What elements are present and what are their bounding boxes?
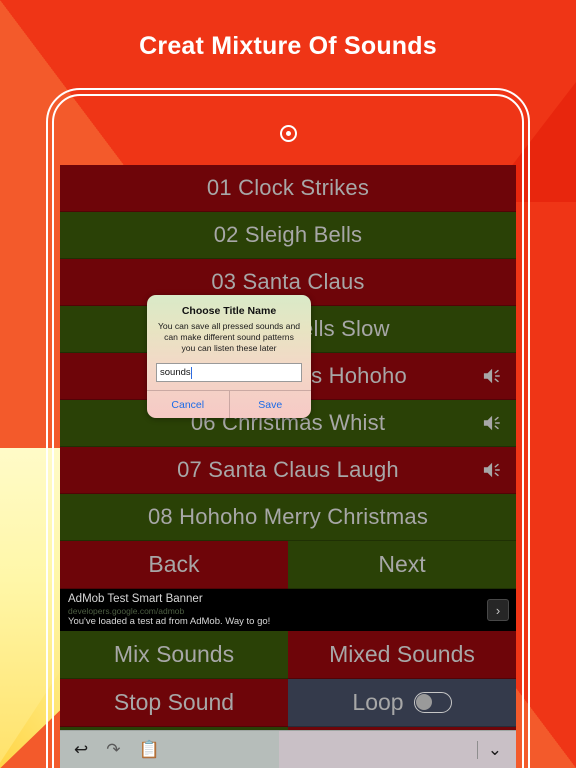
loop-toggle[interactable] (413, 692, 452, 713)
ad-title: AdMob Test Smart Banner (68, 593, 203, 605)
back-button[interactable]: Back (60, 541, 288, 589)
sound-row-label: 08 Hohoho Merry Christmas (147, 504, 429, 529)
stop-loop-row: Stop Sound Loop (60, 679, 516, 727)
sound-row-label: 02 Sleigh Bells (213, 222, 363, 247)
sound-row[interactable]: 07 Santa Claus Laugh (60, 447, 516, 494)
choose-title-dialog: Choose Title Name You can save all press… (147, 295, 311, 418)
dialog-message: You can save all pressed sounds and can … (157, 321, 301, 353)
save-button[interactable]: Save (228, 391, 312, 418)
speaker-icon[interactable] (482, 460, 504, 480)
mix-button-row: Mix Sounds Mixed Sounds (60, 631, 516, 679)
keyboard-toolbar: ↩ ↷ 📋 ⌄ (60, 730, 516, 768)
sound-row-label: 07 Santa Claus Laugh (177, 457, 399, 482)
dialog-actions: Cancel Save (147, 390, 311, 418)
dialog-title: Choose Title Name (181, 305, 277, 317)
admob-banner[interactable]: AdMob Test Smart Banner developers.googl… (60, 589, 516, 631)
redo-icon[interactable]: ↷ (106, 741, 120, 758)
stop-sound-button[interactable]: Stop Sound (60, 679, 288, 727)
screen-status-area (60, 101, 516, 165)
paste-icon[interactable]: 📋 (139, 741, 160, 758)
record-icon[interactable] (279, 124, 297, 142)
ad-url: developers.google.com/admob (68, 606, 185, 616)
next-button[interactable]: Next (288, 541, 516, 589)
loop-control[interactable]: Loop (288, 679, 516, 727)
header: Creat Mixture Of Sounds (0, 0, 576, 92)
title-name-input-value: sounds (160, 367, 191, 378)
text-caret (190, 366, 193, 379)
sound-row-label: 03 Santa Claus (211, 269, 365, 294)
chevron-down-icon[interactable]: ⌄ (488, 741, 502, 758)
sound-row[interactable]: 02 Sleigh Bells (60, 212, 516, 259)
mix-sounds-button[interactable]: Mix Sounds (60, 631, 288, 679)
app-screen: 01 Clock Strikes 02 Sleigh Bells 03 Santa … (60, 101, 516, 768)
loop-label: Loop (352, 689, 404, 715)
speaker-icon[interactable] (482, 413, 504, 433)
dialog-body: Choose Title Name You can save all press… (147, 295, 311, 390)
mixed-sounds-button[interactable]: Mixed Sounds (288, 631, 516, 679)
sound-row[interactable]: 08 Hohoho Merry Christmas (60, 494, 516, 541)
chevron-right-icon[interactable]: › (487, 599, 509, 621)
cancel-button[interactable]: Cancel (147, 391, 229, 418)
nav-button-row: Back Next (60, 541, 516, 589)
title-name-input[interactable]: sounds (156, 363, 302, 382)
loop-toggle-knob (415, 694, 432, 710)
undo-icon[interactable]: ↩ (74, 741, 88, 758)
ad-body: You've loaded a test ad from AdMob. Way … (68, 616, 271, 627)
page-title: Creat Mixture Of Sounds (139, 31, 437, 60)
toolbar-divider (476, 740, 478, 759)
sound-row-label: 01 Clock Strikes (206, 175, 370, 200)
speaker-icon[interactable] (482, 366, 504, 386)
sound-row[interactable]: 01 Clock Strikes (60, 165, 516, 212)
